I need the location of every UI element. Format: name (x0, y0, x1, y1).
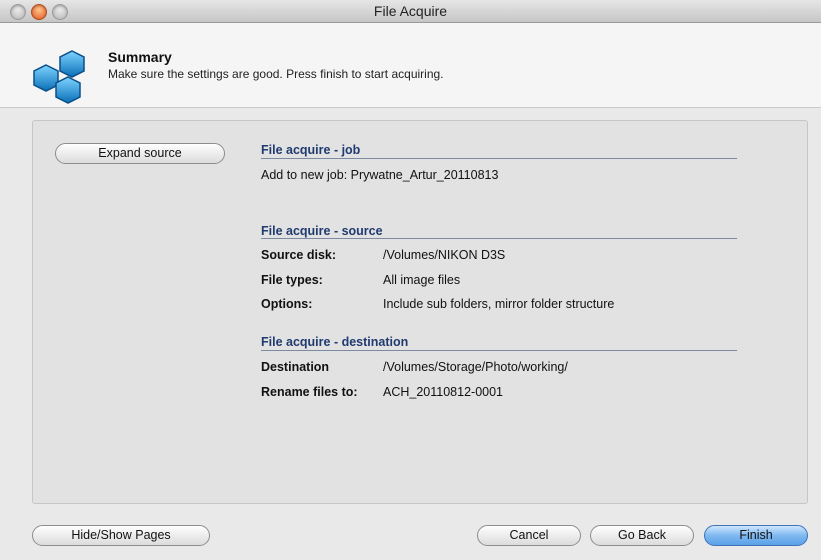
options-label: Options: (261, 297, 313, 311)
file-acquire-window: File Acquire Summary Make sure the setti… (0, 0, 821, 560)
summary-header: Summary Make sure the settings are good.… (0, 23, 821, 108)
finish-button[interactable]: Finish (704, 525, 808, 546)
job-section-title: File acquire - job (261, 143, 361, 157)
title-bar[interactable]: File Acquire (0, 0, 821, 23)
destination-value: /Volumes/Storage/Photo/working/ (383, 360, 568, 374)
summary-panel: Expand source File acquire - job Add to … (32, 120, 808, 504)
source-section-title: File acquire - source (261, 224, 383, 238)
expand-source-button[interactable]: Expand source (55, 143, 225, 164)
summary-subtitle: Make sure the settings are good. Press f… (108, 67, 444, 81)
window-title: File Acquire (373, 3, 448, 19)
options-value: Include sub folders, mirror folder struc… (383, 297, 615, 311)
destination-label: Destination (261, 360, 330, 374)
job-line: Add to new job: Prywatne_Artur_20110813 (261, 168, 499, 182)
go-back-button[interactable]: Go Back (590, 525, 694, 546)
source-section-divider (261, 238, 737, 239)
file-types-label: File types: (261, 273, 323, 287)
cancel-button[interactable]: Cancel (477, 525, 581, 546)
summary-title: Summary (108, 49, 172, 65)
rename-files-value: ACH_20110812-0001 (383, 385, 504, 399)
hexagon-cluster-icon (33, 50, 85, 104)
rename-files-label: Rename files to: (261, 385, 358, 399)
job-section-divider (261, 158, 737, 159)
source-disk-label: Source disk: (261, 248, 337, 262)
destination-section-title: File acquire - destination (261, 335, 409, 349)
file-types-value: All image files (383, 273, 461, 287)
source-disk-value: /Volumes/NIKON D3S (383, 248, 506, 262)
destination-section-divider (261, 350, 737, 351)
hide-show-pages-button[interactable]: Hide/Show Pages (32, 525, 210, 546)
